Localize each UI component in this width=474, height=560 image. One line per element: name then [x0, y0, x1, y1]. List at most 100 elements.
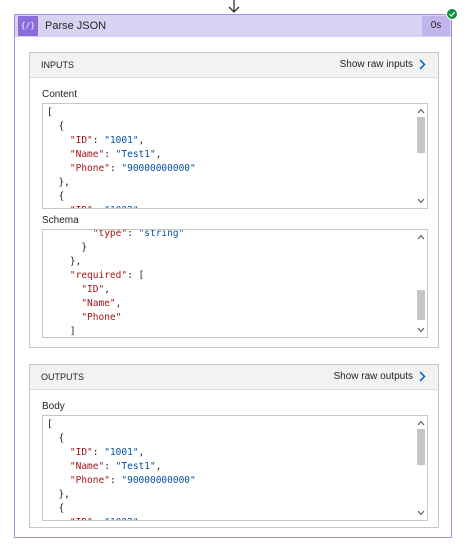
code-token: {: [47, 433, 65, 444]
code-token: "required": [69, 270, 128, 281]
content-scrollbar[interactable]: [415, 104, 427, 208]
code-token: :: [109, 163, 122, 174]
code-token: "Test1": [115, 149, 156, 160]
code-token: "1001": [104, 135, 139, 146]
code-line: "Phone": "90000000000": [47, 474, 196, 488]
code-line: },: [47, 488, 70, 502]
code-token: :: [92, 135, 105, 146]
inputs-section: INPUTS Show raw inputs Content [ { "ID":…: [29, 52, 439, 348]
code-token: ,: [104, 284, 110, 295]
code-token: "Test1": [115, 461, 156, 472]
code-token: "Phone": [69, 475, 110, 486]
inputs-title: INPUTS: [41, 60, 75, 70]
code-line: },: [47, 176, 70, 190]
code-token: "1002": [104, 205, 138, 208]
scroll-down-icon[interactable]: [417, 326, 425, 334]
code-token: [: [47, 107, 53, 118]
code-token: "Phone": [69, 163, 110, 174]
code-token: ,: [138, 135, 145, 146]
code-token: :: [109, 475, 122, 486]
code-token: },: [47, 177, 70, 188]
code-line: {: [47, 502, 64, 516]
action-title: Parse JSON: [45, 20, 107, 32]
show-raw-outputs-label: Show raw outputs: [333, 371, 414, 382]
code-line: "ID": "1001",: [47, 134, 144, 148]
code-token: ,: [155, 461, 162, 472]
scroll-up-icon[interactable]: [417, 233, 425, 241]
code-token: "90000000000": [121, 475, 196, 486]
chevron-right-icon: [419, 371, 426, 382]
schema-code-box[interactable]: "type": "string" } }, "required": [ "ID"…: [42, 229, 428, 338]
body-label: Body: [42, 401, 65, 412]
code-line: "Name",: [47, 297, 121, 311]
code-line: "Phone": "90000000000": [47, 162, 196, 176]
content-label: Content: [42, 89, 78, 100]
code-token: "Name": [81, 298, 116, 309]
code-token: "string": [138, 230, 185, 239]
code-token: :: [93, 205, 104, 208]
code-token: ,: [138, 447, 145, 458]
code-token: [: [47, 419, 53, 430]
code-line: "ID",: [47, 283, 110, 297]
body-scrollbar[interactable]: [415, 416, 427, 520]
schema-code: "type": "string" } }, "required": [ "ID"…: [43, 230, 415, 337]
schema-scroll-thumb[interactable]: [417, 290, 425, 320]
action-header[interactable]: {/} Parse JSON 0s: [15, 15, 451, 37]
code-token: "ID": [70, 205, 93, 208]
code-line: },: [47, 255, 81, 269]
scroll-up-icon[interactable]: [417, 419, 425, 427]
code-line: "ID": "1001",: [47, 446, 144, 460]
code-token: "type": [92, 230, 128, 239]
outputs-title: OUTPUTS: [41, 372, 85, 382]
code-line: "Name": "Test1",: [47, 460, 162, 474]
show-raw-inputs-label: Show raw inputs: [339, 59, 413, 70]
code-line: "type": "string": [47, 230, 185, 241]
code-line: "Name": "Test1",: [47, 148, 162, 162]
content-scroll-thumb[interactable]: [417, 117, 425, 153]
code-token: "ID": [70, 517, 93, 520]
code-token: {: [47, 503, 65, 514]
code-token: : [: [127, 270, 145, 281]
code-token: "ID": [81, 284, 105, 295]
scroll-down-icon[interactable]: [417, 509, 425, 517]
scroll-up-icon[interactable]: [417, 107, 425, 115]
schema-label: Schema: [42, 215, 79, 226]
code-line: "ID": "1002": [47, 516, 139, 520]
parse-json-action-card: {/} Parse JSON 0s INPUTS Show raw inputs…: [14, 14, 452, 538]
body-code-box[interactable]: [ { "ID": "1001", "Name": "Test1", "Phon…: [42, 415, 428, 521]
code-token: "ID": [69, 447, 93, 458]
code-token: {: [47, 121, 65, 132]
body-scroll-thumb[interactable]: [417, 429, 425, 465]
schema-scrollbar[interactable]: [415, 230, 427, 337]
chevron-right-icon: [419, 59, 426, 70]
code-token: ,: [155, 149, 162, 160]
code-token: "Name": [69, 149, 105, 160]
curly-braces-icon: {/}: [18, 16, 38, 36]
code-token: :: [93, 517, 104, 520]
code-token: :: [92, 447, 105, 458]
code-line: {: [47, 120, 64, 134]
content-code-box[interactable]: [ { "ID": "1001", "Name": "Test1", "Phon…: [42, 103, 428, 209]
code-token: },: [47, 256, 82, 267]
code-line: }: [47, 241, 87, 255]
code-token: }: [47, 242, 88, 253]
success-check-icon: [446, 8, 458, 20]
code-token: {: [47, 191, 65, 202]
scroll-down-icon[interactable]: [417, 197, 425, 205]
outputs-section: OUTPUTS Show raw outputs Body [ { "ID": …: [29, 364, 439, 528]
show-raw-inputs-button[interactable]: Show raw inputs: [340, 53, 426, 77]
code-line: ]: [47, 325, 76, 337]
code-token: },: [47, 489, 70, 500]
code-line: {: [47, 432, 64, 446]
show-raw-outputs-button[interactable]: Show raw outputs: [334, 365, 427, 389]
